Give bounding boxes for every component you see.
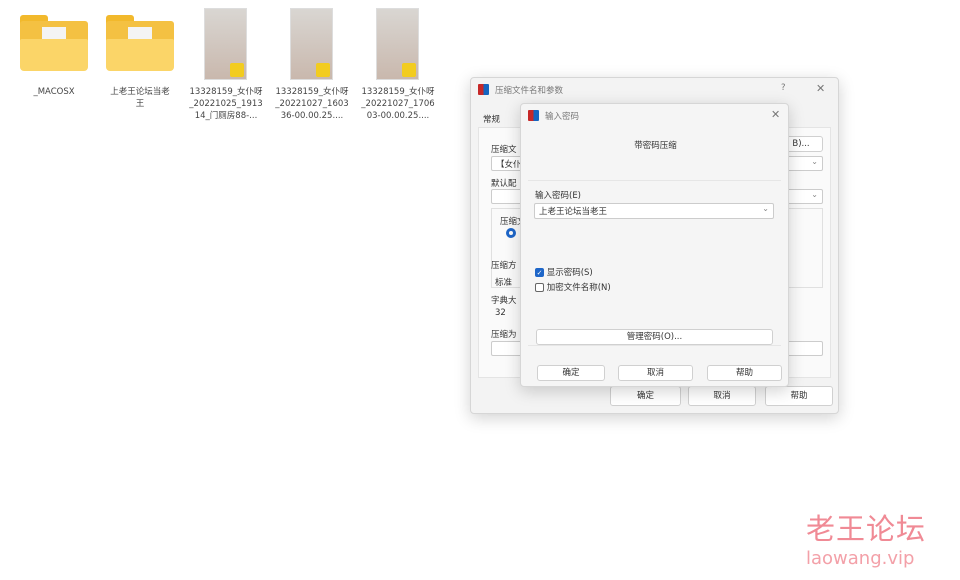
checkbox-icon [535,283,544,292]
manage-passwords-button[interactable]: 管理密码(O)... [536,329,773,345]
label: 字典大 [491,296,517,306]
chevron-down-icon: ⌄ [811,157,818,166]
password-input[interactable]: 上老王论坛当老王 ⌄ [534,203,774,219]
video-badge-icon [316,63,330,77]
folder-icon[interactable] [106,15,174,71]
tab-general[interactable]: 常规 [483,113,500,125]
video-thumbnail[interactable] [290,8,333,80]
file-name[interactable]: _MACOSX [12,86,96,98]
label: 默认配 [491,179,517,189]
dict-select[interactable]: 32 [495,308,506,318]
close-icon[interactable]: ✕ [771,108,780,121]
label: 压缩方 [491,261,517,271]
help-button[interactable]: 帮助 [707,365,782,381]
watermark-url: laowang.vip [806,548,915,569]
video-thumbnail[interactable] [376,8,419,80]
method-select[interactable]: 标准 [495,276,512,288]
label: 压缩文 [491,145,517,155]
password-dialog: 输入密码 ✕ 带密码压缩 输入密码(E) 上老王论坛当老王 ⌄ ✓ 显示密码(S)… [520,103,789,387]
chevron-down-icon: ⌄ [811,190,818,199]
cancel-button[interactable]: 取消 [688,386,756,406]
dialog-heading: 带密码压缩 [634,141,677,151]
chevron-down-icon: ⌄ [762,204,769,213]
password-label: 输入密码(E) [535,191,582,201]
cancel-button[interactable]: 取消 [618,365,693,381]
show-password-checkbox[interactable]: ✓ 显示密码(S) [535,266,593,278]
file-name[interactable]: 13328159_女仆呀_20221027_160336-00.00.25...… [270,86,354,122]
encrypt-names-checkbox[interactable]: 加密文件名称(N) [535,281,611,293]
help-icon[interactable]: ? [781,83,786,93]
video-thumbnail[interactable] [204,8,247,80]
password-group: 输入密码(E) 上老王论坛当老王 ⌄ ✓ 显示密码(S) 加密文件名称(N) 管理… [528,180,781,346]
video-badge-icon [402,63,416,77]
watermark-logo: 老王论坛 [806,512,927,546]
ok-button[interactable]: 确定 [537,365,605,381]
file-name[interactable]: 上老王论坛当老王 [98,86,182,110]
label: 压缩为 [491,330,517,340]
video-badge-icon [230,63,244,77]
winrar-icon [528,110,539,121]
close-icon[interactable]: ✕ [816,82,825,95]
ok-button[interactable]: 确定 [610,386,681,406]
file-name[interactable]: 13328159_女仆呀_20221025_191314_门厕房88-... [184,86,268,122]
dialog-title: 输入密码 [545,112,580,122]
folder-icon[interactable] [20,15,88,71]
winrar-icon [478,84,489,95]
checkbox-checked-icon: ✓ [535,268,544,277]
file-name[interactable]: 13328159_女仆呀_20221027_170603-00.00.25...… [356,86,440,122]
help-button[interactable]: 帮助 [765,386,833,406]
dialog-title: 压缩文件名和参数 [495,86,564,96]
radio-button[interactable] [506,228,516,238]
